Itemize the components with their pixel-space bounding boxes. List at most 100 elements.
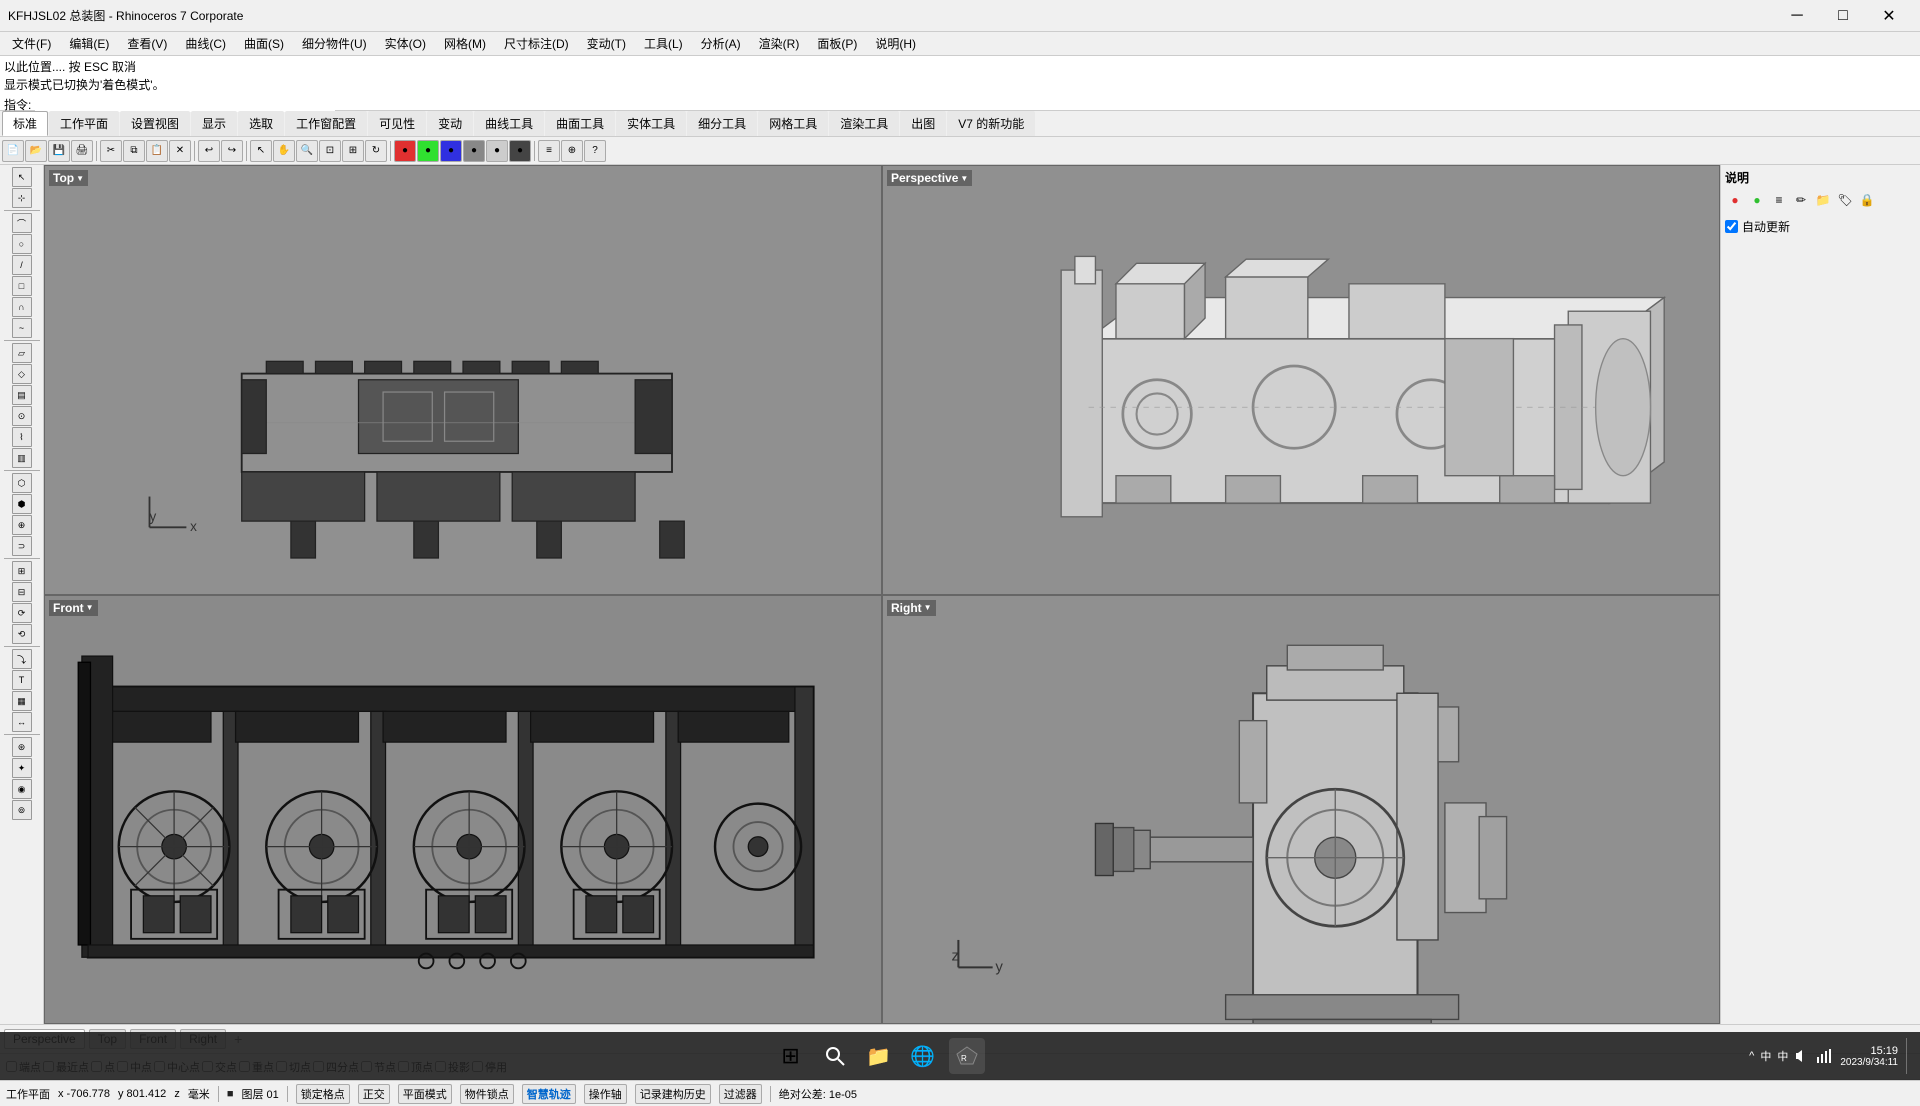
lt-solid2[interactable]: ⬢	[12, 494, 32, 514]
pan-button[interactable]: ✋	[273, 140, 295, 162]
viewport-front-label[interactable]: Front ▼	[49, 600, 98, 616]
menu-view[interactable]: 查看(V)	[119, 33, 175, 54]
lt-line[interactable]: /	[12, 255, 32, 275]
lt-analyze1[interactable]: ◉	[12, 779, 32, 799]
select-button[interactable]: ↖	[250, 140, 272, 162]
lt-annotate[interactable]: ⤵	[12, 649, 32, 669]
tab-transform[interactable]: 变动	[427, 111, 473, 136]
rp-icon-lock[interactable]: 🔒	[1857, 190, 1877, 210]
copy-button[interactable]: ⧉	[123, 140, 145, 162]
maximize-button[interactable]: □	[1820, 0, 1866, 32]
status-smarttrack[interactable]: 智慧轨迹	[522, 1084, 576, 1104]
rp-icon-layers[interactable]: ≡	[1769, 190, 1789, 210]
status-gumball[interactable]: 操作轴	[584, 1084, 627, 1104]
lt-solid1[interactable]: ⬡	[12, 473, 32, 493]
menu-panel[interactable]: 面板(P)	[809, 33, 865, 54]
snap-button[interactable]: ⊕	[561, 140, 583, 162]
lt-curve1[interactable]: ⌒	[12, 213, 32, 233]
tab-standard[interactable]: 标准	[2, 111, 48, 136]
menu-analyze[interactable]: 分析(A)	[693, 33, 749, 54]
material-button[interactable]: ●	[394, 140, 416, 162]
lt-freeform[interactable]: ~	[12, 318, 32, 338]
lt-hatch[interactable]: ▦	[12, 691, 32, 711]
zoom-selected-button[interactable]: ⊞	[342, 140, 364, 162]
tab-subdivide-tools[interactable]: 细分工具	[687, 111, 757, 136]
lt-sweep[interactable]: ⌇	[12, 427, 32, 447]
redo-button[interactable]: ↪	[221, 140, 243, 162]
lt-snap1[interactable]: ⊛	[12, 737, 32, 757]
color1-button[interactable]: ●	[417, 140, 439, 162]
color3-button[interactable]: ●	[463, 140, 485, 162]
zoom-button[interactable]: 🔍	[296, 140, 318, 162]
tab-surface-tools[interactable]: 曲面工具	[545, 111, 615, 136]
color5-button[interactable]: ●	[509, 140, 531, 162]
tab-v7-new[interactable]: V7 的新功能	[947, 111, 1035, 136]
lt-mesh2[interactable]: ⊟	[12, 582, 32, 602]
menu-surface[interactable]: 曲面(S)	[236, 33, 292, 54]
rp-icon-pencil[interactable]: ✏	[1791, 190, 1811, 210]
viewport-perspective-label[interactable]: Perspective ▼	[887, 170, 972, 186]
delete-button[interactable]: ✕	[169, 140, 191, 162]
color2-button[interactable]: ●	[440, 140, 462, 162]
menu-render[interactable]: 渲染(R)	[751, 33, 808, 54]
rotate-button[interactable]: ↻	[365, 140, 387, 162]
lt-boolean[interactable]: ⊕	[12, 515, 32, 535]
menu-solid[interactable]: 实体(O)	[377, 33, 434, 54]
lt-snap2[interactable]: ✦	[12, 758, 32, 778]
status-osnap[interactable]: 物件锁点	[460, 1084, 514, 1104]
lt-surface1[interactable]: ▱	[12, 343, 32, 363]
rp-icon-circle-red[interactable]: ●	[1725, 190, 1745, 210]
lt-analyze2[interactable]: ⊚	[12, 800, 32, 820]
print-button[interactable]: 🖨	[71, 140, 93, 162]
search-button[interactable]	[817, 1038, 853, 1074]
tray-up-arrow[interactable]: ^	[1749, 1050, 1754, 1062]
paste-button[interactable]: 📋	[146, 140, 168, 162]
start-button[interactable]: ⊞	[773, 1038, 809, 1074]
open-button[interactable]: 📂	[25, 140, 47, 162]
auto-update-checkbox[interactable]	[1725, 220, 1738, 233]
zoom-all-button[interactable]: ⊡	[319, 140, 341, 162]
lt-revolve[interactable]: ⊙	[12, 406, 32, 426]
status-filter[interactable]: 过滤器	[719, 1084, 762, 1104]
lt-surface2[interactable]: ◇	[12, 364, 32, 384]
lt-transform1[interactable]: ⟳	[12, 603, 32, 623]
status-history[interactable]: 记录建构历史	[635, 1084, 711, 1104]
viewport-top-label[interactable]: Top ▼	[49, 170, 88, 186]
tab-select[interactable]: 选取	[238, 111, 284, 136]
tab-curve-tools[interactable]: 曲线工具	[474, 111, 544, 136]
lt-transform2[interactable]: ⟲	[12, 624, 32, 644]
menu-edit[interactable]: 编辑(E)	[61, 33, 117, 54]
menu-help[interactable]: 说明(H)	[867, 33, 924, 54]
tab-solid-tools[interactable]: 实体工具	[616, 111, 686, 136]
file-explorer-button[interactable]: 📁	[861, 1038, 897, 1074]
rp-icon-circle-green[interactable]: ●	[1747, 190, 1767, 210]
viewport-perspective[interactable]: Perspective ▼	[882, 165, 1720, 595]
lt-select[interactable]: ↖	[12, 167, 32, 187]
color4-button[interactable]: ●	[486, 140, 508, 162]
cut-button[interactable]: ✂	[100, 140, 122, 162]
status-ortho[interactable]: 正交	[358, 1084, 390, 1104]
lt-rect[interactable]: □	[12, 276, 32, 296]
tray-ime2[interactable]: 中	[1777, 1048, 1788, 1064]
tab-setview[interactable]: 设置视图	[120, 111, 190, 136]
status-lockgrid[interactable]: 锁定格点	[296, 1084, 350, 1104]
help-button[interactable]: ?	[584, 140, 606, 162]
tab-render-tools[interactable]: 渲染工具	[829, 111, 899, 136]
tab-visibility[interactable]: 可见性	[368, 111, 426, 136]
lt-dim[interactable]: ↔	[12, 712, 32, 732]
tab-display[interactable]: 显示	[191, 111, 237, 136]
menu-mesh[interactable]: 网格(M)	[436, 33, 494, 54]
rhino-button[interactable]: R	[949, 1038, 985, 1074]
tab-plot[interactable]: 出图	[900, 111, 946, 136]
lt-select2[interactable]: ⊹	[12, 188, 32, 208]
command-input[interactable]	[35, 98, 335, 112]
menu-subdivide[interactable]: 细分物件(U)	[294, 33, 375, 54]
tab-viewport-config[interactable]: 工作窗配置	[285, 111, 367, 136]
menu-transform[interactable]: 变动(T)	[579, 33, 634, 54]
edge-browser-button[interactable]: 🌐	[905, 1038, 941, 1074]
viewport-front[interactable]: Front ▼	[44, 595, 882, 1025]
lt-cap[interactable]: ⊃	[12, 536, 32, 556]
lt-mesh1[interactable]: ⊞	[12, 561, 32, 581]
lt-curve2[interactable]: ○	[12, 234, 32, 254]
rp-icon-folder[interactable]: 📁	[1813, 190, 1833, 210]
